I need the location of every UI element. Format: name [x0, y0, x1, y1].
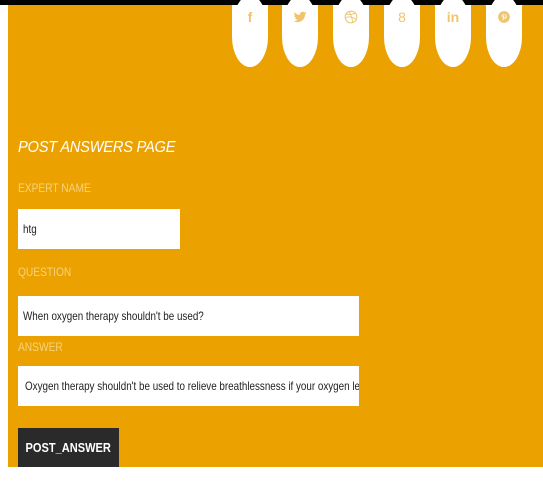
google-plus-link[interactable]: 8	[384, 0, 420, 67]
twitter-link[interactable]	[282, 0, 318, 67]
expert-name-label: EXPERT NAME	[18, 181, 91, 195]
page-frame: f 8 in POST ANSWERS PAGE EXPERT NAME htg…	[0, 0, 543, 492]
linkedin-link[interactable]: in	[435, 0, 471, 67]
answer-label: ANSWER	[18, 340, 63, 354]
page-title: POST ANSWERS PAGE	[18, 139, 176, 156]
answer-value: Oxygen therapy shouldn't be used to reli…	[25, 379, 359, 393]
linkedin-icon: in	[446, 9, 460, 25]
dribbble-icon	[344, 10, 358, 24]
expert-name-value: htg	[23, 222, 37, 236]
question-label: QUESTION	[18, 265, 72, 279]
post-answers-panel: f 8 in POST ANSWERS PAGE EXPERT NAME htg…	[8, 0, 543, 467]
pinterest-link[interactable]	[486, 0, 522, 67]
answer-field[interactable]: Oxygen therapy shouldn't be used to reli…	[18, 366, 359, 406]
google-plus-icon: 8	[398, 9, 406, 25]
post-answer-button[interactable]: POST_ANSWER	[18, 428, 119, 467]
post-answer-button-label: POST_ANSWER	[25, 440, 112, 455]
facebook-icon: f	[247, 9, 253, 25]
question-value: When oxygen therapy shouldn't be used?	[23, 309, 204, 323]
expert-name-field[interactable]: htg	[18, 209, 180, 249]
pinterest-icon	[498, 11, 510, 23]
question-field[interactable]: When oxygen therapy shouldn't be used?	[18, 296, 359, 336]
facebook-link[interactable]: f	[232, 0, 268, 67]
twitter-icon	[293, 11, 307, 23]
dribbble-link[interactable]	[333, 0, 369, 67]
